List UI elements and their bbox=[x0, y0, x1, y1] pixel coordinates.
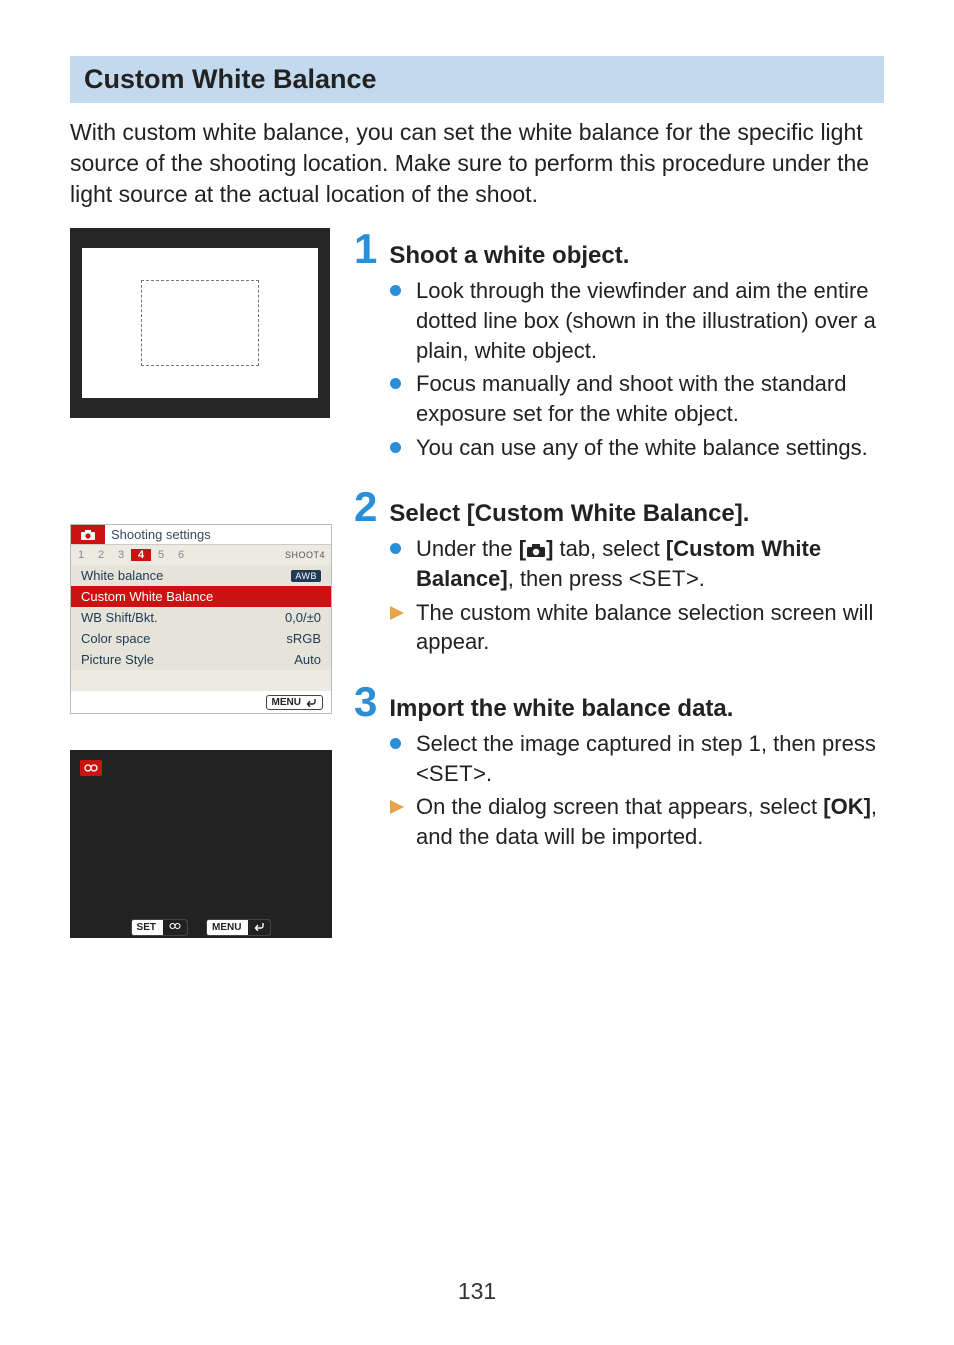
set-label: SET bbox=[137, 922, 156, 933]
step-item: You can use any of the white balance set… bbox=[390, 433, 884, 463]
steps-column: 1 Shoot a white object. Look through the… bbox=[354, 228, 884, 852]
menu-row-white-balance: White balance AWB bbox=[71, 565, 331, 586]
step-item: Focus manually and shoot with the standa… bbox=[390, 369, 884, 428]
page-number: 131 bbox=[0, 1278, 954, 1305]
menu-tab-active: 4 bbox=[131, 549, 151, 561]
content-area: Shooting settings 1 2 3 4 5 6 SHOOT4 Whi… bbox=[70, 228, 884, 852]
return-icon bbox=[248, 920, 270, 935]
step-item: Look through the viewfinder and aim the … bbox=[390, 276, 884, 365]
step-3: 3 Import the white balance data. Select … bbox=[354, 681, 884, 852]
step-number: 2 bbox=[354, 486, 377, 528]
step-title: Shoot a white object. bbox=[389, 242, 629, 270]
step-item: Select the image captured in step 1, the… bbox=[390, 729, 884, 788]
menu-pill: MENU bbox=[206, 919, 271, 936]
bold: [] bbox=[519, 536, 554, 561]
viewfinder-illustration bbox=[70, 228, 330, 418]
menu-tab: 5 bbox=[151, 549, 171, 561]
return-icon bbox=[305, 697, 317, 707]
cwb-badge-icon bbox=[80, 760, 102, 776]
camera-icon bbox=[526, 542, 546, 558]
step-2: 2 Select [Custom White Balance]. Under t… bbox=[354, 486, 884, 657]
row-label: Picture Style bbox=[81, 652, 154, 667]
menu-row-wb-shift: WB Shift/Bkt. 0,0/±0 bbox=[71, 607, 331, 628]
menu-footer: MENU bbox=[71, 691, 331, 713]
step-title: Import the white balance data. bbox=[389, 695, 733, 723]
row-label: WB Shift/Bkt. bbox=[81, 610, 158, 625]
import-wb-screenshot: SET MENU bbox=[70, 750, 332, 938]
awb-badge: AWB bbox=[291, 570, 321, 582]
row-label: Color space bbox=[81, 631, 150, 646]
step-number: 1 bbox=[354, 228, 377, 270]
text: Under the bbox=[416, 536, 519, 561]
cwb-icon bbox=[163, 920, 187, 935]
step-item-result: On the dialog screen that appears, selec… bbox=[390, 792, 884, 851]
row-label: White balance bbox=[81, 568, 163, 583]
menu-row-custom-wb: Custom White Balance bbox=[71, 586, 331, 607]
text: , then press < bbox=[508, 566, 642, 591]
dotted-target-box bbox=[141, 280, 259, 366]
row-value: sRGB bbox=[286, 631, 321, 646]
step-1: 1 Shoot a white object. Look through the… bbox=[354, 228, 884, 462]
text: tab, select bbox=[553, 536, 666, 561]
row-value: 0,0/±0 bbox=[285, 610, 321, 625]
menu-tab: 2 bbox=[91, 549, 111, 561]
step-title: Select [Custom White Balance]. bbox=[389, 500, 749, 528]
menu-tab: 6 bbox=[171, 549, 191, 561]
camera-icon bbox=[71, 525, 105, 544]
menu-header: Shooting settings bbox=[71, 525, 331, 545]
set-label: SET bbox=[642, 566, 686, 591]
shoot4-label: SHOOT4 bbox=[285, 550, 325, 560]
row-label: Custom White Balance bbox=[81, 589, 213, 604]
row-value: Auto bbox=[294, 652, 321, 667]
menu-label: MENU bbox=[272, 697, 301, 708]
menu-tab: 1 bbox=[71, 549, 91, 561]
section-title: Custom White Balance bbox=[70, 56, 884, 103]
text: >. bbox=[686, 566, 705, 591]
set-label: SET bbox=[429, 761, 473, 786]
menu-empty-row bbox=[71, 670, 331, 691]
intro-text: With custom white balance, you can set t… bbox=[70, 117, 884, 210]
menu-row-color-space: Color space sRGB bbox=[71, 628, 331, 649]
menu-title: Shooting settings bbox=[105, 527, 211, 542]
step-number: 3 bbox=[354, 681, 377, 723]
menu-label: MENU bbox=[212, 922, 241, 933]
step-item-result: The custom white balance selection scree… bbox=[390, 598, 884, 657]
step-item: Under the [] tab, select [Custom White B… bbox=[390, 534, 884, 593]
set-pill: SET bbox=[131, 919, 188, 936]
menu-pill: MENU bbox=[266, 695, 323, 710]
menu-screenshot: Shooting settings 1 2 3 4 5 6 SHOOT4 Whi… bbox=[70, 524, 332, 714]
bold: [OK] bbox=[823, 794, 871, 819]
menu-tab: 3 bbox=[111, 549, 131, 561]
menu-tabs: 1 2 3 4 5 6 SHOOT4 bbox=[71, 545, 331, 565]
screenshot-bottom-bar: SET MENU bbox=[70, 916, 332, 938]
text: >. bbox=[473, 761, 492, 786]
text: On the dialog screen that appears, selec… bbox=[416, 794, 823, 819]
menu-row-picture-style: Picture Style Auto bbox=[71, 649, 331, 670]
